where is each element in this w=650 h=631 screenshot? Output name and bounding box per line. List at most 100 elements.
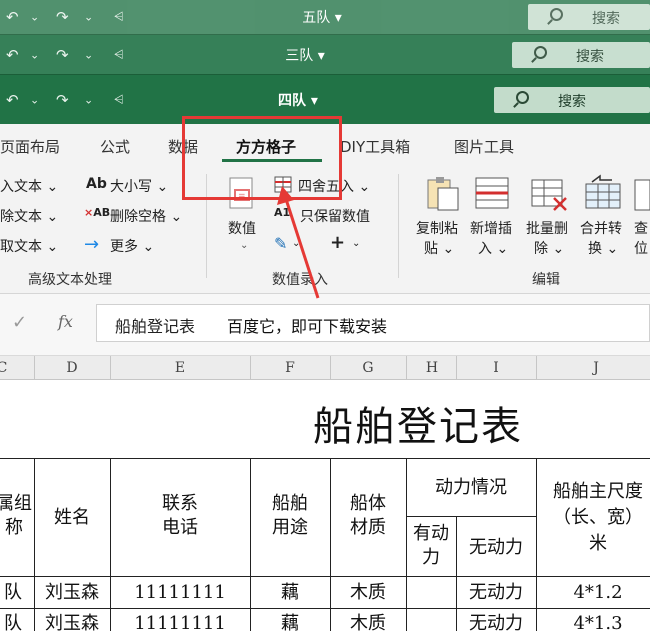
batch-delete-button-line2[interactable]: 除 ⌄: [534, 238, 564, 258]
redo-icon[interactable]: ↷: [56, 8, 71, 26]
insert-text-button[interactable]: 入文本 ⌄: [0, 176, 58, 196]
find-button[interactable]: 查: [634, 218, 648, 238]
cell-unpowered[interactable]: 无动力: [456, 581, 536, 605]
redo-dropdown-icon[interactable]: ⌄: [84, 48, 95, 61]
column-header-i[interactable]: I: [493, 360, 499, 376]
find-icon: [634, 179, 650, 211]
header-group-name-line1[interactable]: 属组: [0, 492, 36, 516]
header-phone-line1[interactable]: 联系: [110, 492, 250, 516]
tab-formulas[interactable]: 公式: [100, 136, 130, 157]
customize-toolbar-icon[interactable]: ⩤: [114, 92, 126, 107]
window-title[interactable]: 三队 ▾: [285, 45, 324, 65]
search-box[interactable]: 搜索: [494, 86, 650, 113]
find-button-line2[interactable]: 位: [634, 238, 648, 258]
formula-input[interactable]: 船舶登记表 百度它，即可下载安装: [96, 304, 650, 342]
annotation-note: 百度它，即可下载安装: [227, 317, 388, 336]
cell-material[interactable]: 木质: [330, 612, 406, 631]
plus-icon[interactable]: +: [330, 232, 345, 253]
cell-size[interactable]: 4*1.2: [536, 581, 650, 605]
search-icon: [516, 90, 529, 104]
tab-diy-toolbox[interactable]: DIY工具箱: [340, 136, 410, 157]
redo-icon[interactable]: ↷: [56, 46, 71, 64]
grid-line: [0, 458, 650, 459]
insert-button-line2[interactable]: 入 ⌄: [478, 238, 508, 258]
undo-dropdown-icon[interactable]: ⌄: [30, 93, 41, 106]
cell-name[interactable]: 刘玉森: [34, 612, 110, 631]
undo-dropdown-icon[interactable]: ⌄: [30, 48, 41, 61]
cell-name[interactable]: 刘玉森: [34, 581, 110, 605]
window-title[interactable]: 四队 ▾: [278, 90, 318, 110]
column-headers: C D E F G H I J: [0, 356, 650, 380]
column-header-j[interactable]: J: [593, 360, 599, 376]
case-button[interactable]: 大小写 ⌄: [110, 176, 168, 196]
undo-icon[interactable]: ↶: [6, 46, 21, 64]
header-size-line3[interactable]: 米: [536, 532, 650, 556]
column-header-h[interactable]: H: [426, 360, 438, 376]
header-unpowered[interactable]: 无动力: [456, 536, 536, 560]
column-header-f[interactable]: F: [285, 360, 295, 376]
redo-dropdown-icon[interactable]: ⌄: [84, 11, 95, 24]
chevron-down-icon: ⌄: [352, 238, 361, 249]
cell-phone[interactable]: 11111111: [110, 581, 250, 605]
merge-convert-button-line2[interactable]: 换 ⌄: [588, 238, 618, 258]
batch-delete-button[interactable]: 批量删: [526, 218, 568, 238]
undo-dropdown-icon[interactable]: ⌄: [30, 11, 41, 24]
header-power[interactable]: 动力情况: [406, 476, 536, 500]
tab-picture-tools[interactable]: 图片工具: [454, 136, 514, 157]
delete-text-button[interactable]: 除文本 ⌄: [0, 206, 58, 226]
sheet-title[interactable]: 船舶登记表: [313, 394, 523, 452]
cell-size[interactable]: 4*1.3: [536, 612, 650, 631]
cell-group[interactable]: 队: [0, 581, 30, 605]
number-value-button[interactable]: 数值: [228, 218, 256, 238]
search-box[interactable]: 搜索: [512, 41, 650, 68]
undo-icon[interactable]: ↶: [6, 91, 21, 109]
window-title[interactable]: 五队 ▾: [302, 7, 341, 27]
merge-convert-button[interactable]: 合并转: [580, 218, 622, 238]
cell-usage[interactable]: 藕: [250, 612, 330, 631]
header-size-line1[interactable]: 船舶主尺度: [536, 480, 650, 504]
header-phone-line2[interactable]: 电话: [110, 516, 250, 540]
group-label-edit: 编辑: [532, 272, 560, 288]
header-size-line2[interactable]: （长、宽）: [536, 506, 650, 530]
edit-pen-icon[interactable]: ✎: [274, 234, 287, 253]
tab-page-layout[interactable]: 页面布局: [0, 136, 60, 157]
header-group-name-line2[interactable]: 称: [0, 516, 36, 540]
redo-dropdown-icon[interactable]: ⌄: [84, 93, 95, 106]
header-material-line2[interactable]: 材质: [330, 516, 406, 540]
register-table: 属组 称 姓名 联系 电话 船舶 用途 船体 材质 动力情况 有动 力 无动力 …: [0, 458, 650, 631]
cell-phone[interactable]: 11111111: [110, 612, 250, 631]
header-powered-line1[interactable]: 有动: [406, 522, 456, 546]
column-header-c[interactable]: C: [0, 360, 7, 376]
header-powered-line2[interactable]: 力: [406, 546, 456, 570]
cell-usage[interactable]: 藕: [250, 581, 330, 605]
redo-icon[interactable]: ↷: [56, 91, 71, 109]
cell-material[interactable]: 木质: [330, 581, 406, 605]
keep-number-button[interactable]: 只保留数值: [300, 206, 370, 226]
insert-function-icon[interactable]: fx: [58, 312, 73, 331]
cell-unpowered[interactable]: 无动力: [456, 612, 536, 631]
column-header-e[interactable]: E: [175, 360, 185, 376]
remove-space-icon: ×AB: [84, 206, 111, 219]
copy-paste-button-line2[interactable]: 贴 ⌄: [424, 238, 454, 258]
title-bar-middle: ↶ ⌄ ↷ ⌄ ⩤ 三队 ▾ 搜索: [0, 34, 650, 74]
undo-icon[interactable]: ↶: [6, 8, 21, 26]
grid-line: [34, 458, 35, 631]
column-header-d[interactable]: D: [66, 360, 77, 376]
extract-text-button[interactable]: 取文本 ⌄: [0, 236, 58, 256]
insert-button[interactable]: 新增插: [470, 218, 512, 238]
check-icon[interactable]: ✓: [12, 312, 27, 333]
cell-group[interactable]: 队: [0, 612, 30, 631]
copy-paste-button[interactable]: 复制粘: [416, 218, 458, 238]
insert-rows-icon: [475, 177, 509, 209]
more-button[interactable]: 更多 ⌄: [110, 236, 154, 256]
column-header-g[interactable]: G: [362, 360, 373, 376]
remove-space-button[interactable]: 删除空格 ⌄: [110, 206, 182, 226]
header-usage-line1[interactable]: 船舶: [250, 492, 330, 516]
customize-toolbar-icon[interactable]: ⩤: [114, 47, 126, 62]
header-usage-line2[interactable]: 用途: [250, 516, 330, 540]
column-divider: [34, 356, 35, 380]
customize-toolbar-icon[interactable]: ⩤: [114, 10, 126, 25]
search-box[interactable]: 搜索: [528, 4, 650, 30]
header-material-line1[interactable]: 船体: [330, 492, 406, 516]
header-name[interactable]: 姓名: [34, 506, 110, 530]
